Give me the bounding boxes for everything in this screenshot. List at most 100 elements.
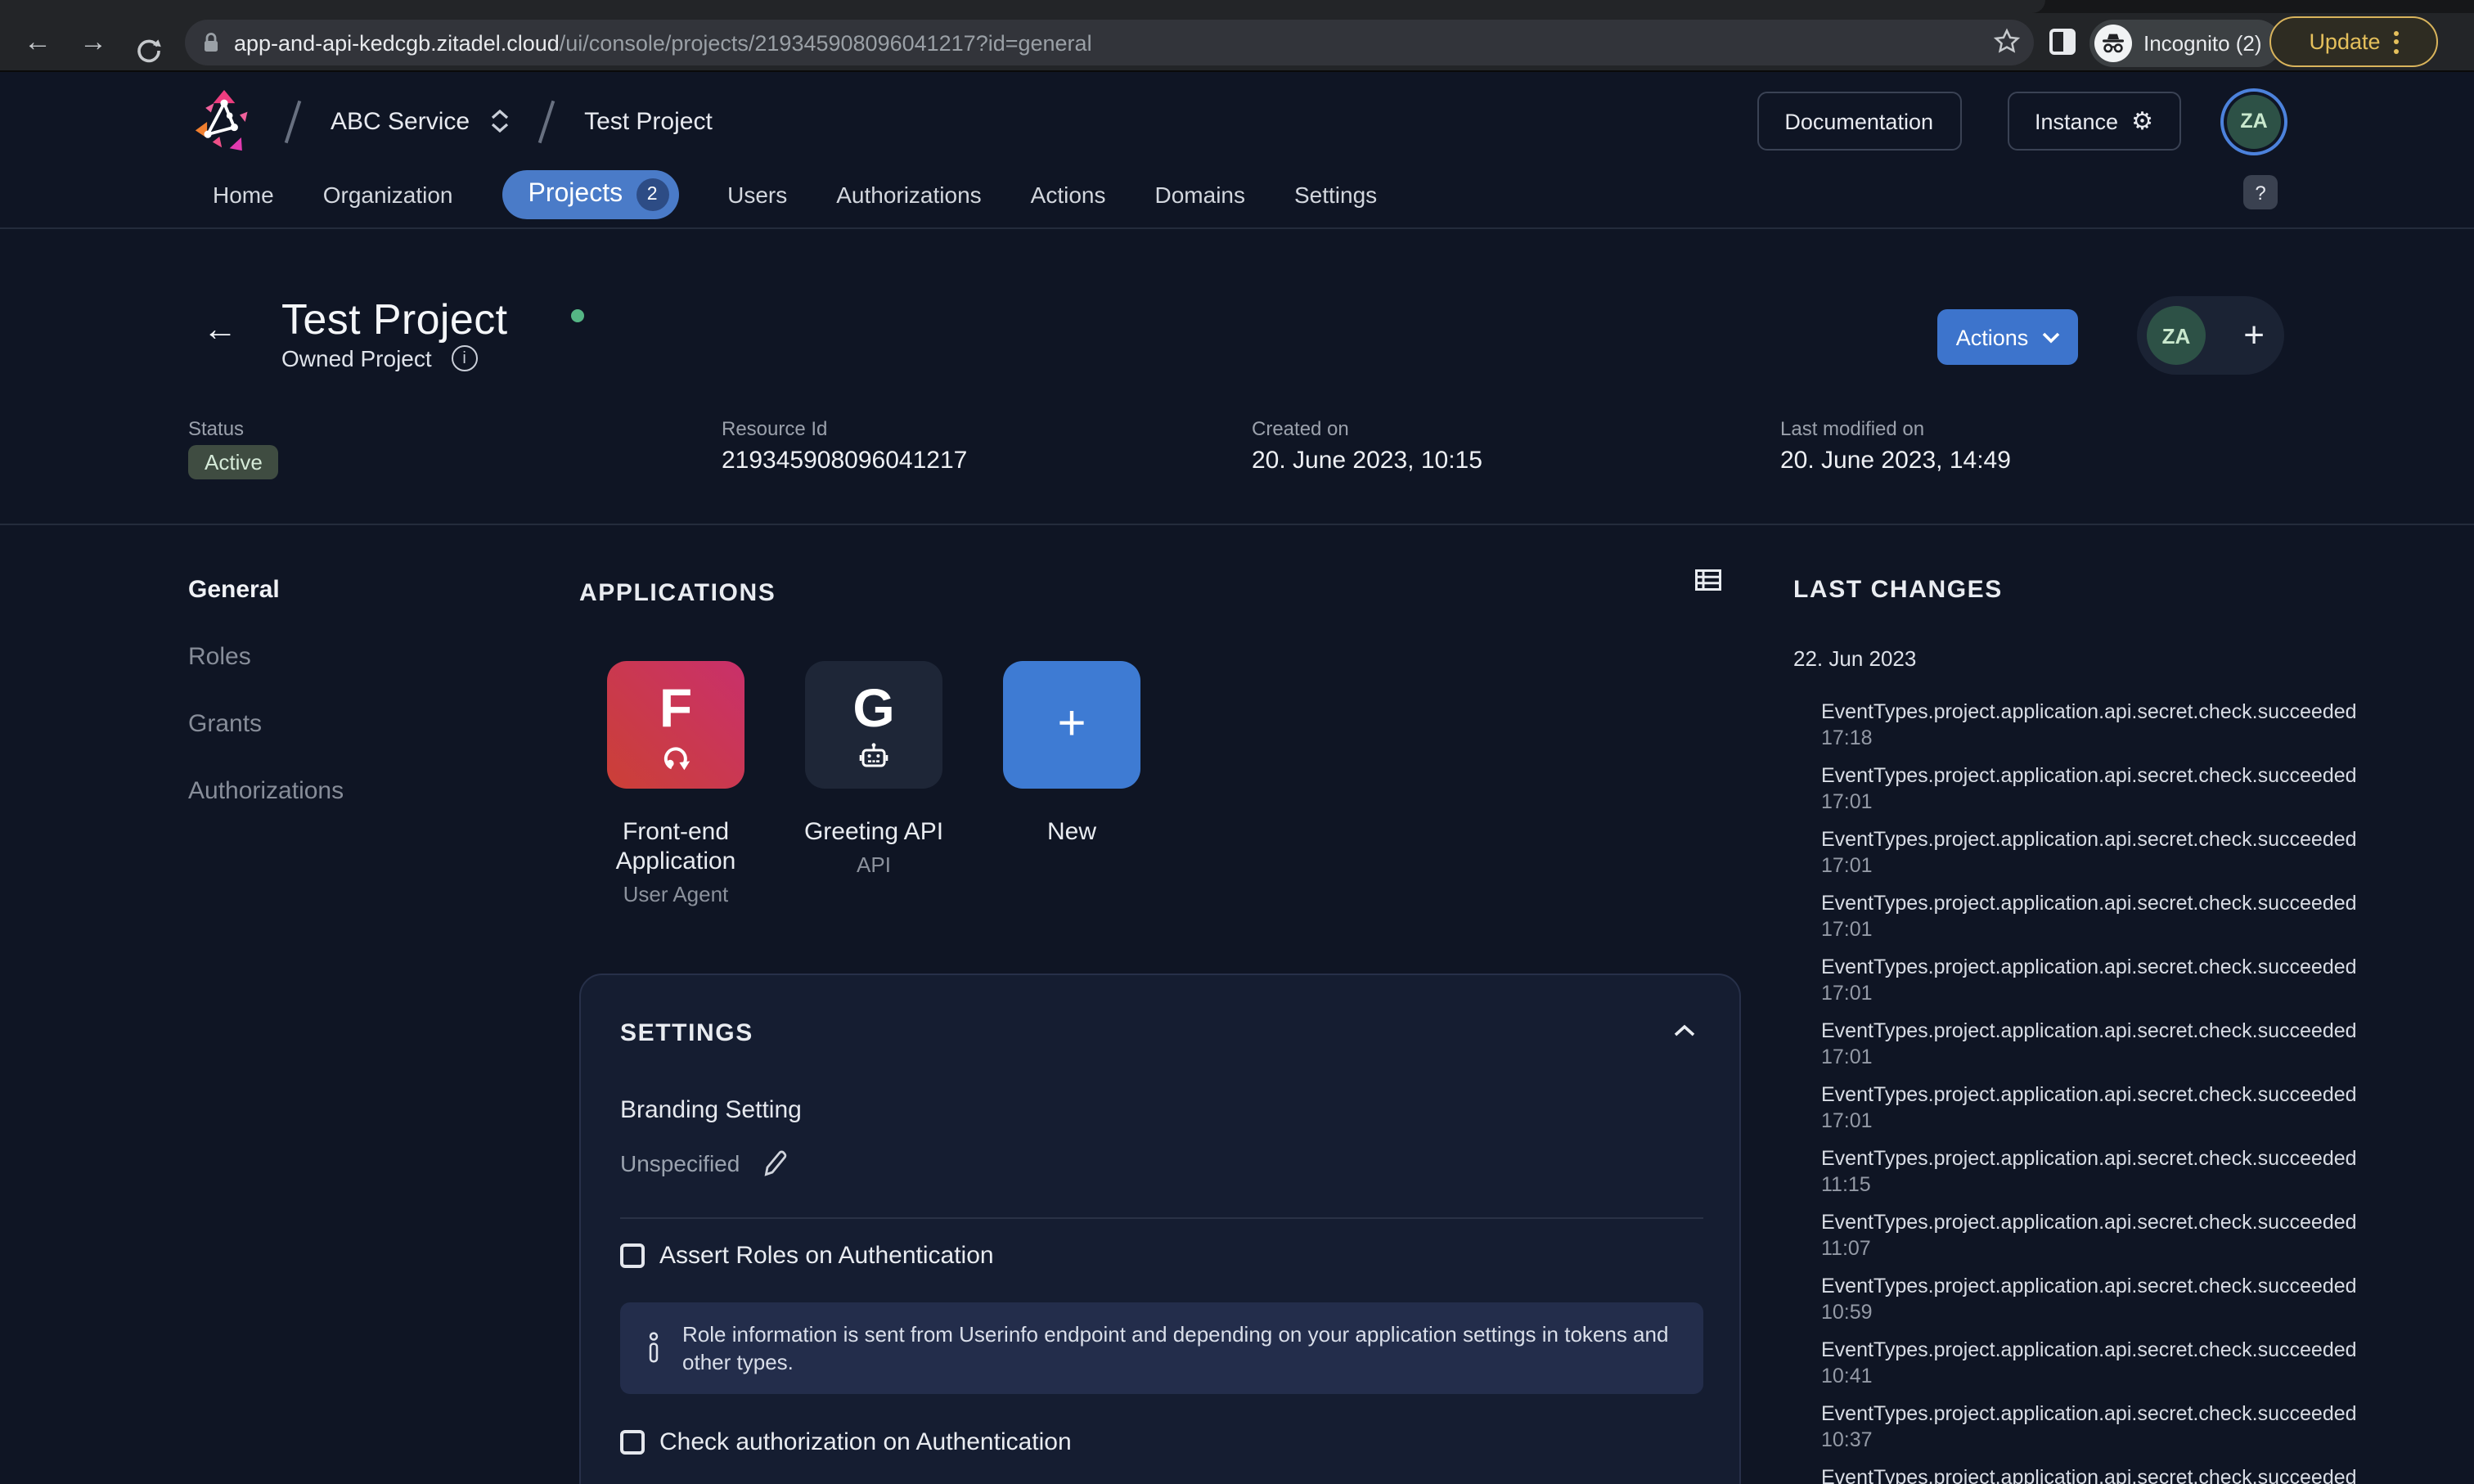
check-authorization-checkbox[interactable] [620, 1430, 645, 1455]
sidebar-item-authorizations[interactable]: Authorizations [188, 777, 344, 805]
header-actions: Documentation Instance ⚙ ZA [1757, 85, 2281, 157]
screen: ← → app-and-api-kedcgb.zitadel.cloud/ui/… [0, 0, 2474, 1484]
event-item[interactable]: EventTypes.project.application.api.secre… [1821, 1466, 2448, 1484]
nav-tab-actions[interactable]: Actions [1031, 182, 1106, 208]
event-name: EventTypes.project.application.api.secre… [1821, 828, 2448, 853]
event-item[interactable]: EventTypes.project.application.api.secre… [1821, 1147, 2448, 1198]
app-type: API [784, 851, 964, 880]
browser-menu-icon[interactable] [2394, 30, 2399, 53]
settings-divider [620, 1217, 1703, 1219]
event-item[interactable]: EventTypes.project.application.api.secre… [1821, 1083, 2448, 1134]
resource-id-value: 219345908096041217 [722, 447, 967, 474]
info-icon[interactable]: i [452, 345, 478, 371]
settings-panel: SETTINGS Branding Setting Unspecified As… [579, 974, 1741, 1484]
app-card-greeting-api[interactable]: G [805, 661, 942, 789]
instance-button[interactable]: Instance ⚙ [2007, 92, 2181, 151]
modified-on-value: 20. June 2023, 14:49 [1780, 447, 2011, 474]
browser-back-icon[interactable]: ← [10, 13, 65, 72]
org-switcher-icon[interactable] [491, 110, 509, 133]
nav-tab-projects[interactable]: Projects 2 [502, 170, 679, 219]
update-button[interactable]: Update [2269, 16, 2438, 67]
user-agent-icon [662, 742, 690, 770]
incognito-badge[interactable]: Incognito (2) [2089, 20, 2282, 67]
event-item[interactable]: EventTypes.project.application.api.secre… [1821, 1338, 2448, 1389]
user-avatar[interactable]: ZA [2227, 94, 2281, 148]
app-label-greeting-api[interactable]: Greeting API API [784, 818, 964, 880]
app-card-new[interactable]: + [1003, 661, 1140, 789]
back-button[interactable]: ← [203, 311, 237, 350]
nav-tab-home[interactable]: Home [213, 182, 274, 208]
event-name: EventTypes.project.application.api.secre… [1821, 1147, 2448, 1172]
nav-tab-organization[interactable]: Organization [323, 182, 453, 208]
event-item[interactable]: EventTypes.project.application.api.secre… [1821, 1211, 2448, 1261]
status-badge: Active [188, 445, 279, 479]
section-divider [0, 524, 2474, 525]
instance-label: Instance [2035, 109, 2118, 133]
assert-roles-label: Assert Roles on Authentication [659, 1242, 994, 1270]
page-subtitle-label: Owned Project [281, 345, 432, 371]
modified-on-label: Last modified on [1780, 417, 1924, 440]
app-type: User Agent [586, 880, 766, 910]
lock-icon [201, 31, 221, 54]
add-member-icon[interactable]: + [2243, 314, 2265, 357]
url-bar[interactable]: app-and-api-kedcgb.zitadel.cloud/ui/cons… [185, 20, 2034, 65]
sidebar-item-roles[interactable]: Roles [188, 643, 251, 671]
event-item[interactable]: EventTypes.project.application.api.secre… [1821, 1019, 2448, 1070]
event-item[interactable]: EventTypes.project.application.api.secre… [1821, 892, 2448, 942]
nav-tab-authorizations[interactable]: Authorizations [836, 182, 981, 208]
app-label-new[interactable]: New [982, 818, 1162, 848]
applications-heading: APPLICATIONS [579, 579, 776, 607]
event-time: 17:01 [1821, 981, 2448, 1006]
event-item[interactable]: EventTypes.project.application.api.secre… [1821, 956, 2448, 1006]
documentation-label: Documentation [1784, 109, 1933, 133]
event-time: 11:15 [1821, 1172, 2448, 1198]
branding-setting-value: Unspecified [620, 1149, 789, 1176]
nav-tab-settings[interactable]: Settings [1294, 182, 1377, 208]
event-item[interactable]: EventTypes.project.application.api.secre… [1821, 764, 2448, 815]
app-name: Front-end Application [586, 818, 766, 877]
created-on-label: Created on [1252, 417, 1349, 440]
app-label-frontend[interactable]: Front-end Application User Agent [586, 818, 766, 910]
event-item[interactable]: EventTypes.project.application.api.secre… [1821, 700, 2448, 751]
sidebar-item-grants[interactable]: Grants [188, 710, 262, 738]
status-label: Status [188, 417, 244, 440]
url-host: app-and-api-kedcgb.zitadel.cloud [234, 30, 560, 55]
help-button[interactable]: ? [2243, 175, 2278, 209]
url-path: /ui/console/projects/219345908096041217?… [560, 30, 1092, 55]
breadcrumb-org[interactable]: ABC Service [331, 107, 470, 135]
breadcrumb-project[interactable]: Test Project [584, 107, 713, 135]
browser-forward-icon[interactable]: → [65, 13, 121, 72]
nav-tab-projects-label: Projects [529, 180, 623, 209]
info-figure-icon [646, 1330, 661, 1366]
event-name: EventTypes.project.application.api.secre… [1821, 1466, 2448, 1484]
created-on-value: 20. June 2023, 10:15 [1252, 447, 1482, 474]
event-time: 11:07 [1821, 1236, 2448, 1261]
side-panel-icon[interactable] [2049, 28, 2076, 56]
active-tab[interactable] [0, 0, 2045, 13]
assert-roles-row[interactable]: Assert Roles on Authentication [620, 1242, 994, 1270]
documentation-button[interactable]: Documentation [1757, 92, 1961, 151]
event-item[interactable]: EventTypes.project.application.api.secre… [1821, 828, 2448, 879]
chevron-down-icon [2041, 331, 2059, 343]
assert-roles-checkbox[interactable] [620, 1243, 645, 1268]
app-letter: G [852, 681, 894, 736]
event-name: EventTypes.project.application.api.secre… [1821, 700, 2448, 726]
table-view-icon[interactable] [1695, 569, 1721, 591]
browser-reload-icon[interactable] [121, 21, 177, 64]
event-name: EventTypes.project.application.api.secre… [1821, 1275, 2448, 1300]
nav-tab-users[interactable]: Users [727, 182, 787, 208]
collapse-chevron-up-icon[interactable] [1674, 1024, 1695, 1037]
roles-info-text: Role information is sent from Userinfo e… [682, 1320, 1677, 1376]
edit-pencil-icon[interactable] [762, 1149, 789, 1176]
bookmark-star-icon[interactable] [1993, 28, 2021, 56]
actions-button[interactable]: Actions [1937, 309, 2078, 365]
check-authorization-row[interactable]: Check authorization on Authentication [620, 1428, 1072, 1456]
event-item[interactable]: EventTypes.project.application.api.secre… [1821, 1402, 2448, 1453]
project-members-pill[interactable]: ZA + [2137, 296, 2284, 375]
nav-tab-domains[interactable]: Domains [1155, 182, 1246, 208]
event-item[interactable]: EventTypes.project.application.api.secre… [1821, 1275, 2448, 1325]
app-card-frontend[interactable]: F [607, 661, 744, 789]
zitadel-logo-icon[interactable] [193, 87, 255, 155]
gear-icon: ⚙ [2131, 106, 2153, 136]
sidebar-item-general[interactable]: General [188, 576, 280, 604]
